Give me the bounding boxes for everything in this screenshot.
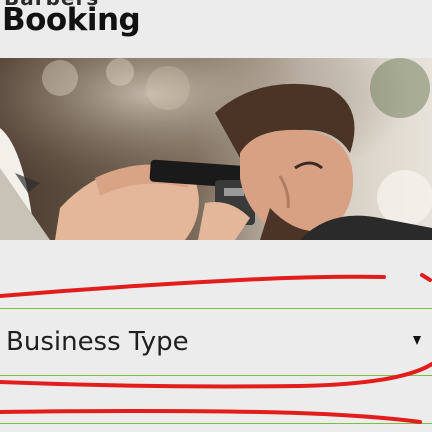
business-type-label: Business Type <box>6 327 189 357</box>
divider-bottom <box>0 423 432 424</box>
divider-top <box>0 308 432 309</box>
hero-barber-image <box>0 58 432 240</box>
divider-middle <box>0 375 432 376</box>
barber-photo-image <box>0 58 432 240</box>
dropdown-arrow-icon[interactable] <box>413 336 421 345</box>
header: Barbers Booking <box>0 0 432 56</box>
page-title: Booking <box>2 2 141 38</box>
